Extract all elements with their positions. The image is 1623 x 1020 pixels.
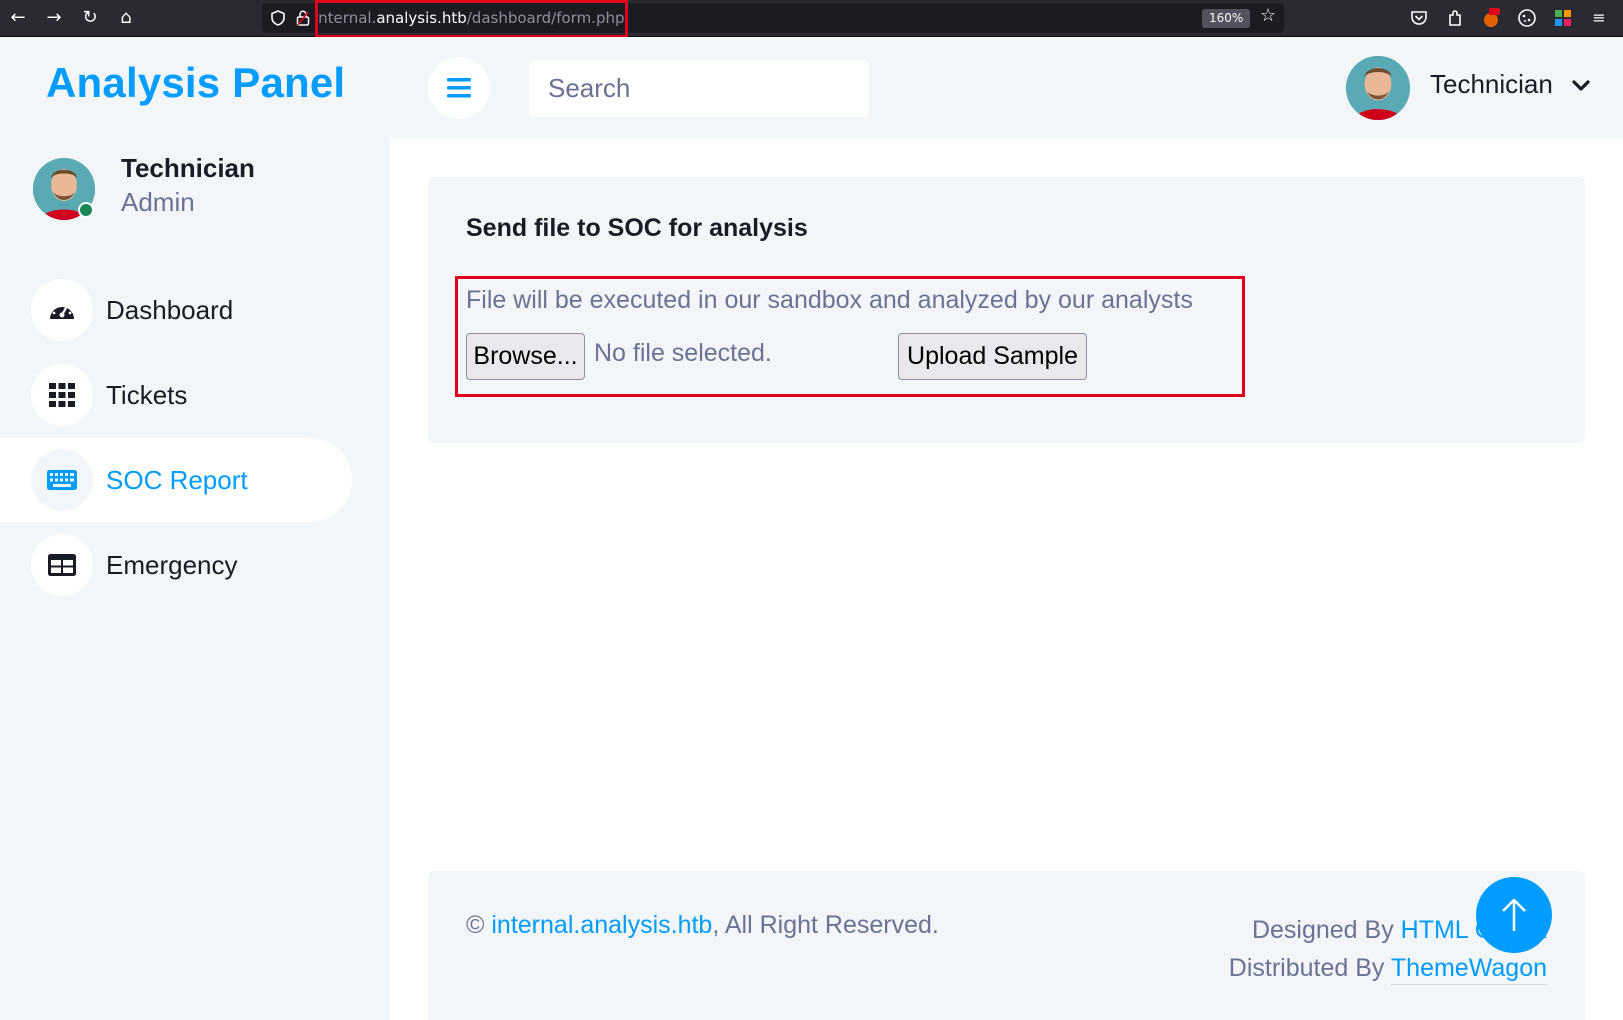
browser-toolbar: ← → ↻ ⌂ internal.analysis.htb/dashboard/… xyxy=(0,0,1623,38)
upload-highlight-box: File will be executed in our sandbox and… xyxy=(455,276,1245,397)
copyright-symbol: © xyxy=(466,911,485,939)
topbar-user-name[interactable]: Technician xyxy=(1430,69,1553,100)
gauge-icon xyxy=(31,279,93,341)
user-photo-icon xyxy=(1346,56,1410,120)
sidebar-item-label: Emergency xyxy=(106,550,238,580)
url-host: analysis.htb xyxy=(376,9,467,27)
top-navbar: Technician xyxy=(390,37,1623,138)
pocket-icon[interactable] xyxy=(1408,7,1430,29)
rights-text: , All Right Reserved. xyxy=(712,911,939,939)
cookie-icon[interactable] xyxy=(1516,7,1538,29)
app-menu-icon[interactable]: ≡ xyxy=(1588,7,1610,29)
form-title: Send file to SOC for analysis xyxy=(466,214,808,242)
forward-icon[interactable]: → xyxy=(42,6,66,30)
sidebar-item-dashboard[interactable]: Dashboard xyxy=(0,268,352,352)
brand-title[interactable]: Analysis Panel xyxy=(46,59,345,107)
back-to-top-button[interactable] xyxy=(1476,877,1552,953)
distributed-by-text: Distributed By xyxy=(1228,954,1391,982)
home-icon[interactable]: ⌂ xyxy=(114,6,138,30)
search-input[interactable] xyxy=(529,60,869,117)
extensions-icon[interactable] xyxy=(1444,7,1466,29)
distributed-by-line: Distributed By ThemeWagon xyxy=(1229,949,1547,987)
url-path: /dashboard/form.php xyxy=(466,9,625,27)
main-content: Send file to SOC for analysis File will … xyxy=(390,138,1623,1020)
shield-icon[interactable] xyxy=(270,10,286,26)
sidebar-user-role: Admin xyxy=(121,187,195,217)
upload-form-card: Send file to SOC for analysis File will … xyxy=(428,177,1585,443)
foxyproxy-icon[interactable] xyxy=(1480,7,1502,29)
sidebar-item-label: Dashboard xyxy=(106,295,234,325)
upload-sample-button[interactable]: Upload Sample xyxy=(898,333,1087,380)
wappalyzer-icon[interactable] xyxy=(1552,7,1574,29)
sidebar-item-label: Tickets xyxy=(106,380,188,410)
file-status-text: No file selected. xyxy=(594,339,772,367)
themewagon-link[interactable]: ThemeWagon xyxy=(1390,954,1547,985)
sidebar-item-label: SOC Report xyxy=(106,465,248,495)
url-prefix: internal. xyxy=(314,9,377,27)
sidebar-user-name: Technician xyxy=(121,153,255,183)
page-footer: © internal.analysis.htb, All Right Reser… xyxy=(428,871,1585,1020)
arrow-up-icon xyxy=(1502,898,1526,931)
lock-icon[interactable] xyxy=(296,10,310,26)
table-icon xyxy=(31,534,93,596)
upload-hint-text: File will be executed in our sandbox and… xyxy=(466,286,1193,314)
online-status-dot xyxy=(78,202,94,218)
sidebar-toggle-button[interactable] xyxy=(428,57,490,119)
site-link[interactable]: internal.analysis.htb xyxy=(491,911,712,939)
user-dropdown[interactable]: Technician xyxy=(1346,56,1606,120)
url-text[interactable]: internal.analysis.htb/dashboard/form.php xyxy=(314,3,625,33)
topbar-avatar[interactable] xyxy=(1346,56,1410,120)
back-icon[interactable]: ← xyxy=(6,6,30,30)
reload-icon[interactable]: ↻ xyxy=(78,6,102,30)
designed-by-text: Designed By xyxy=(1251,916,1401,944)
sidebar-item-soc-report[interactable]: SOC Report xyxy=(0,438,352,522)
hamburger-icon xyxy=(447,78,471,98)
chevron-down-icon[interactable] xyxy=(1571,76,1591,96)
sidebar: Analysis Panel Technician Admin Dashboar… xyxy=(0,37,390,1020)
zoom-badge[interactable]: 160% xyxy=(1202,9,1251,28)
sidebar-item-tickets[interactable]: Tickets xyxy=(0,353,352,437)
address-bar[interactable]: internal.analysis.htb/dashboard/form.php… xyxy=(262,3,1284,33)
sidebar-item-emergency[interactable]: Emergency xyxy=(0,523,352,607)
footer-copyright: © internal.analysis.htb, All Right Reser… xyxy=(466,911,939,940)
browse-file-button[interactable]: Browse... xyxy=(466,333,585,380)
bookmark-star-icon[interactable]: ☆ xyxy=(1260,5,1276,26)
keyboard-icon xyxy=(31,449,93,511)
grid-icon xyxy=(31,364,93,426)
